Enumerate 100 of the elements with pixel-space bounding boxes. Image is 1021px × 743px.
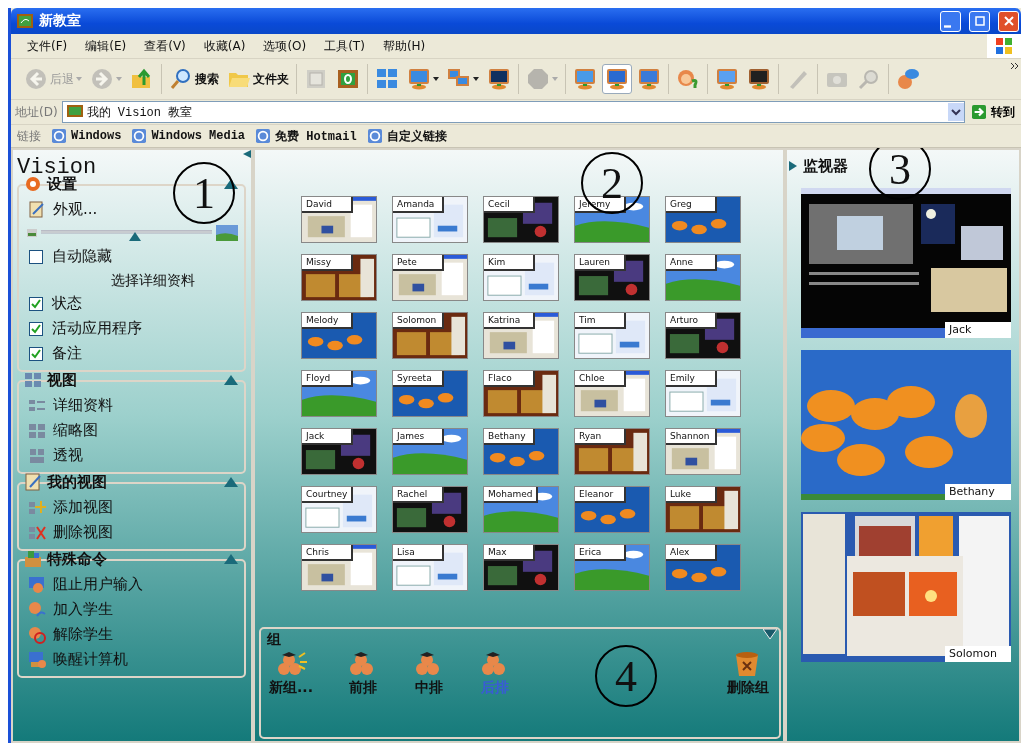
student-thumbnail[interactable]: Courtney	[301, 486, 377, 533]
student-thumbnail[interactable]: Missy	[301, 254, 377, 301]
monitor-screen[interactable]: Solomon	[801, 512, 1011, 662]
student-name: Chris	[302, 545, 353, 561]
checkbox-option[interactable]: 备注	[27, 341, 238, 366]
student-thumbnail[interactable]: Jack	[301, 428, 377, 475]
student-thumbnail[interactable]: Solomon	[392, 312, 468, 359]
close-button[interactable]	[998, 10, 1019, 32]
student-thumbnail[interactable]: Tim	[574, 312, 650, 359]
menu-item[interactable]: 选项(O)	[263, 37, 307, 55]
student-thumbnail[interactable]: Max	[483, 544, 559, 591]
sidebar-item[interactable]: 添加视图	[27, 495, 238, 520]
minimize-button[interactable]	[940, 10, 961, 32]
group-button[interactable]: 中排	[412, 649, 445, 697]
sidebar-item[interactable]: 唤醒计算机	[27, 647, 238, 672]
student-thumbnail[interactable]: Chloe	[574, 370, 650, 417]
student-thumbnail[interactable]: Luke	[665, 486, 741, 533]
student-thumbnail[interactable]: Syreeta	[392, 370, 468, 417]
link[interactable]: 免费 Hotmail	[255, 127, 357, 145]
checkbox[interactable]	[29, 346, 43, 361]
student-thumbnail[interactable]: Lauren	[574, 254, 650, 301]
group-button[interactable]: 删除组	[727, 649, 769, 697]
expand-arrow-icon[interactable]	[789, 161, 797, 171]
toolbar-button[interactable]: 文件夹	[224, 64, 292, 94]
student-name: Tim	[575, 313, 626, 329]
link[interactable]: 自定义链接	[366, 127, 447, 145]
group-button[interactable]: 前排	[346, 649, 379, 697]
item-icon	[27, 624, 47, 645]
monitor-icon	[747, 67, 771, 91]
monitor-icon	[407, 67, 431, 91]
student-thumbnail[interactable]: Melody	[301, 312, 377, 359]
large-picture-icon	[216, 225, 238, 241]
overflow-chevron-icon	[1011, 63, 1019, 69]
link[interactable]: Windows	[51, 129, 122, 143]
student-thumbnail[interactable]: Bethany	[483, 428, 559, 475]
student-thumbnail[interactable]: Ryan	[574, 428, 650, 475]
menu-item[interactable]: 编辑(E)	[85, 37, 127, 55]
window-title: 新教室	[39, 12, 81, 30]
checkbox-option[interactable]: 活动应用程序	[27, 316, 238, 341]
sidebar-item[interactable]: 阻止用户输入	[27, 572, 238, 597]
collapse-arrow-icon[interactable]	[243, 150, 251, 158]
student-thumbnail[interactable]: Shannon	[665, 428, 741, 475]
sidebar-item[interactable]: 缩略图	[27, 418, 238, 443]
collapse-icon[interactable]	[224, 179, 238, 189]
sidebar-item[interactable]: 解除学生	[27, 622, 238, 647]
monitor-screen[interactable]: Jack	[801, 188, 1011, 338]
sidebar-item[interactable]: 加入学生	[27, 597, 238, 622]
student-thumbnail[interactable]: Erica	[574, 544, 650, 591]
student-thumbnail[interactable]: Alex	[665, 544, 741, 591]
toolbar-button[interactable]: 搜索	[166, 64, 222, 94]
sidebar-item[interactable]: 详细资料	[27, 393, 238, 418]
student-thumbnail[interactable]: Rachel	[392, 486, 468, 533]
section-title[interactable]: 设置	[47, 174, 81, 194]
go-button[interactable]: 转到	[969, 103, 1017, 121]
section-title[interactable]: 视图	[47, 370, 81, 390]
checkbox-option[interactable]: 自动隐藏	[27, 244, 238, 269]
student-thumbnail[interactable]: Anne	[665, 254, 741, 301]
student-thumbnail[interactable]: Chris	[301, 544, 377, 591]
menu-item[interactable]: 收藏(A)	[203, 37, 246, 55]
student-name: Missy	[302, 255, 353, 271]
menu-item[interactable]: 查看(V)	[144, 37, 186, 55]
student-thumbnail[interactable]: Eleanor	[574, 486, 650, 533]
student-thumbnail[interactable]: Amanda	[392, 196, 468, 243]
student-name: Lisa	[393, 545, 444, 561]
student-thumbnail[interactable]: Emily	[665, 370, 741, 417]
checkbox[interactable]	[29, 296, 43, 311]
student-thumbnail[interactable]: Pete	[392, 254, 468, 301]
maximize-button[interactable]	[969, 10, 990, 32]
monitor-icon	[715, 67, 739, 91]
address-field[interactable]: 我的 Vision 教室	[61, 101, 965, 123]
student-thumbnail[interactable]: Lisa	[392, 544, 468, 591]
slider-thumb[interactable]	[129, 232, 142, 241]
student-name: Pete	[393, 255, 444, 271]
student-thumbnail[interactable]: Mohamed	[483, 486, 559, 533]
student-name: Cecil	[484, 197, 535, 213]
sidebar-item[interactable]: 删除视图	[27, 520, 238, 545]
student-thumbnail[interactable]: Katrina	[483, 312, 559, 359]
student-thumbnail[interactable]: Flaco	[483, 370, 559, 417]
link[interactable]: Windows Media	[131, 129, 246, 143]
student-thumbnail[interactable]: Greg	[665, 196, 741, 243]
student-thumbnail[interactable]: Kim	[483, 254, 559, 301]
groups-title: 组	[267, 631, 281, 647]
student-thumbnail[interactable]: James	[392, 428, 468, 475]
menu-item[interactable]: 帮助(H)	[382, 37, 426, 55]
student-thumbnail[interactable]: David	[301, 196, 377, 243]
section-title[interactable]: 我的视图	[47, 472, 111, 492]
monitor-screen[interactable]: Bethany	[801, 350, 1011, 500]
sidebar-item[interactable]: 透视	[27, 443, 238, 468]
dropdown-arrow-icon	[552, 77, 558, 81]
checkbox-option[interactable]: 状态	[27, 291, 238, 316]
expand-icon[interactable]	[763, 629, 777, 639]
student-thumbnail[interactable]: Arturo	[665, 312, 741, 359]
student-thumbnail[interactable]: Cecil	[483, 196, 559, 243]
menu-item[interactable]: 工具(T)	[324, 37, 365, 55]
checkbox[interactable]	[29, 321, 43, 336]
checkbox[interactable]	[29, 249, 43, 264]
menu-item[interactable]: 文件(F)	[27, 37, 68, 55]
group-button[interactable]: 新组...	[269, 649, 313, 697]
ie-icon	[131, 129, 148, 143]
student-thumbnail[interactable]: Floyd	[301, 370, 377, 417]
